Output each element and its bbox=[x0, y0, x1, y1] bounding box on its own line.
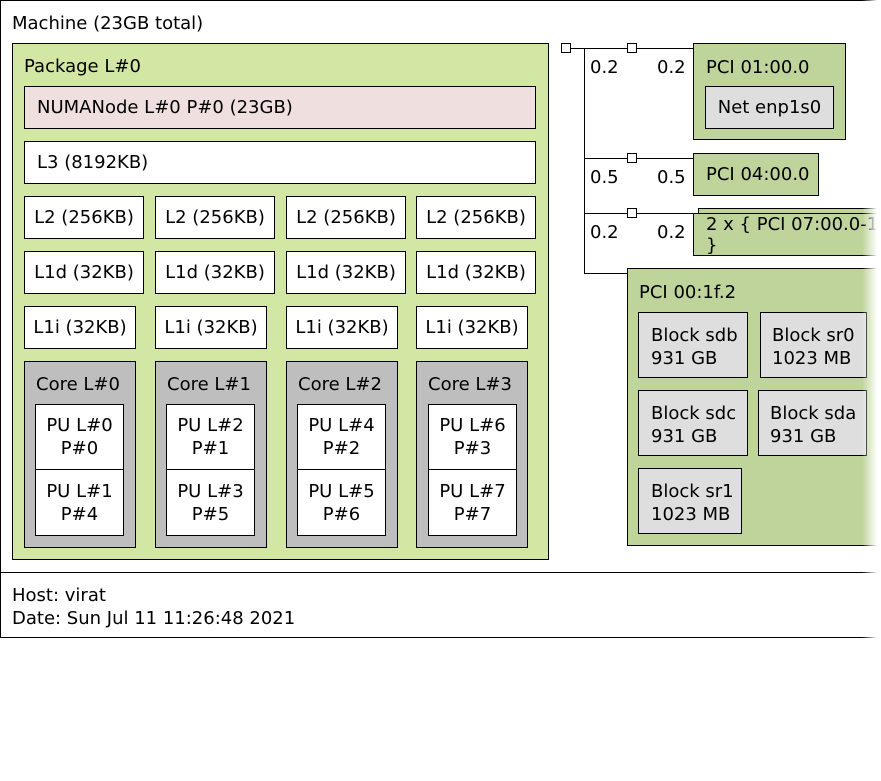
host-label: Host: virat bbox=[12, 585, 106, 606]
pu-label: PU L#7 bbox=[439, 480, 506, 502]
pu-physical: P#0 bbox=[60, 438, 99, 459]
net-device-label: Net enp1s0 bbox=[717, 97, 822, 118]
pci-device-4-title: PCI 00:1f.2 bbox=[639, 282, 737, 303]
l1d-cache-2: L1d (32KB) bbox=[286, 251, 406, 294]
link-speed-right-2: 0.5 bbox=[657, 167, 686, 188]
pci-device-1-title: PCI 01:00.0 bbox=[706, 57, 810, 78]
pu-physical: P#4 bbox=[60, 503, 99, 525]
pu-physical: P#2 bbox=[322, 438, 361, 459]
net-device: Net enp1s0 bbox=[705, 86, 834, 129]
l1i-cache-1: L1i (32KB) bbox=[155, 306, 267, 349]
block-device-name: Block sr0 bbox=[772, 325, 855, 346]
core-label-1: Core L#1 bbox=[167, 374, 251, 395]
l1i-cache-label: L1i (32KB) bbox=[33, 317, 127, 338]
block-device-size: 1023 MB bbox=[651, 504, 731, 525]
l1i-cache-label: L1i (32KB) bbox=[425, 317, 519, 338]
pu-physical: P#6 bbox=[322, 503, 361, 525]
l1d-cache-3: L1d (32KB) bbox=[416, 251, 536, 294]
pu-label: PU L#5 bbox=[308, 480, 375, 502]
machine-title: Machine (23GB total) bbox=[12, 13, 204, 34]
block-device-name: Block sda bbox=[770, 403, 857, 424]
l2-cache-label: L2 (256KB) bbox=[165, 207, 265, 228]
bus-line-pci2 bbox=[584, 158, 693, 159]
pci-device-3: 2 x { PCI 07:00.0-1 } bbox=[693, 213, 881, 256]
right-edge-fade bbox=[862, 0, 881, 781]
pu-box-0: PU L#0 P#0 bbox=[35, 404, 124, 470]
block-device-size: 931 GB bbox=[651, 348, 718, 369]
l1d-cache-1: L1d (32KB) bbox=[155, 251, 275, 294]
pu-box-2: PU L#2 P#1 bbox=[166, 404, 255, 470]
l1i-cache-2: L1i (32KB) bbox=[286, 306, 398, 349]
core-label-0: Core L#0 bbox=[36, 374, 120, 395]
l1i-cache-label: L1i (32KB) bbox=[164, 317, 258, 338]
l2-cache-1: L2 (256KB) bbox=[155, 196, 275, 239]
pu-box-4: PU L#4 P#2 bbox=[297, 404, 386, 470]
pu-box-1: PU L#1 P#4 bbox=[35, 469, 124, 536]
l1d-cache-label: L1d (32KB) bbox=[165, 262, 265, 283]
block-device-sr1: Block sr1 1023 MB bbox=[638, 468, 742, 534]
link-speed-left-1: 0.2 bbox=[590, 57, 619, 78]
block-device-name: Block sdc bbox=[651, 403, 737, 424]
pu-label: PU L#1 bbox=[46, 480, 113, 502]
pci-device-3-title: 2 x { PCI 07:00.0-1 } bbox=[706, 213, 879, 256]
link-speed-left-2: 0.5 bbox=[590, 167, 619, 188]
pu-physical: P#3 bbox=[453, 438, 492, 459]
hostbridge-port-icon bbox=[561, 43, 571, 53]
link-speed-right-3: 0.2 bbox=[657, 222, 686, 243]
l2-cache-label: L2 (256KB) bbox=[34, 207, 134, 228]
block-device-size: 931 GB bbox=[770, 426, 837, 447]
link-speed-left-3: 0.2 bbox=[590, 222, 619, 243]
l1d-cache-label: L1d (32KB) bbox=[34, 262, 134, 283]
pu-physical: P#7 bbox=[453, 503, 492, 525]
core-label-3: Core L#3 bbox=[428, 374, 512, 395]
pu-label: PU L#0 bbox=[46, 415, 113, 436]
pu-label: PU L#4 bbox=[308, 415, 375, 436]
pci-device-2: PCI 04:00.0 bbox=[693, 153, 819, 196]
bus-line-pci4 bbox=[584, 273, 628, 274]
link-speed-right-1: 0.2 bbox=[657, 57, 686, 78]
bus-line-pci3 bbox=[584, 213, 693, 214]
bridge-port-icon-3 bbox=[627, 208, 637, 218]
date-label: Date: Sun Jul 11 11:26:48 2021 bbox=[12, 608, 296, 629]
pci-device-2-title: PCI 04:00.0 bbox=[706, 164, 810, 185]
l1i-cache-0: L1i (32KB) bbox=[24, 306, 136, 349]
l1i-cache-label: L1i (32KB) bbox=[295, 317, 389, 338]
pu-physical: P#1 bbox=[191, 438, 230, 459]
pu-box-7: PU L#7 P#7 bbox=[428, 469, 517, 536]
block-device-name: Block sr1 bbox=[651, 481, 734, 502]
pu-box-3: PU L#3 P#5 bbox=[166, 469, 255, 536]
l3-cache: L3 (8192KB) bbox=[24, 141, 536, 184]
block-device-size: 931 GB bbox=[651, 426, 718, 447]
pu-label: PU L#2 bbox=[177, 415, 244, 436]
block-device-sdb: Block sdb 931 GB bbox=[638, 312, 748, 378]
pu-label: PU L#3 bbox=[177, 480, 244, 502]
block-device-size: 1023 MB bbox=[772, 348, 852, 369]
package-title: Package L#0 bbox=[24, 56, 141, 77]
bridge-port-icon-2 bbox=[627, 153, 637, 163]
l2-cache-2: L2 (256KB) bbox=[286, 196, 406, 239]
l1i-cache-3: L1i (32KB) bbox=[416, 306, 528, 349]
l1d-cache-0: L1d (32KB) bbox=[24, 251, 144, 294]
l1d-cache-label: L1d (32KB) bbox=[426, 262, 526, 283]
numa-node-label: NUMANode L#0 P#0 (23GB) bbox=[37, 97, 293, 118]
l3-cache-label: L3 (8192KB) bbox=[37, 152, 149, 173]
block-device-name: Block sdb bbox=[651, 325, 738, 346]
numa-node: NUMANode L#0 P#0 (23GB) bbox=[24, 86, 536, 129]
bridge-port-icon-1 bbox=[627, 43, 637, 53]
pu-box-6: PU L#6 P#3 bbox=[428, 404, 517, 470]
block-device-sr0: Block sr0 1023 MB bbox=[760, 312, 867, 378]
pu-physical: P#5 bbox=[191, 503, 230, 525]
block-device-sda: Block sda 931 GB bbox=[758, 390, 867, 456]
pu-box-5: PU L#5 P#6 bbox=[297, 469, 386, 536]
block-device-sdc: Block sdc 931 GB bbox=[638, 390, 748, 456]
core-label-2: Core L#2 bbox=[298, 374, 382, 395]
l2-cache-3: L2 (256KB) bbox=[416, 196, 536, 239]
bus-line-vertical bbox=[584, 48, 585, 274]
l2-cache-label: L2 (256KB) bbox=[426, 207, 526, 228]
l2-cache-0: L2 (256KB) bbox=[24, 196, 144, 239]
l1d-cache-label: L1d (32KB) bbox=[296, 262, 396, 283]
l2-cache-label: L2 (256KB) bbox=[296, 207, 396, 228]
pu-label: PU L#6 bbox=[439, 415, 506, 436]
